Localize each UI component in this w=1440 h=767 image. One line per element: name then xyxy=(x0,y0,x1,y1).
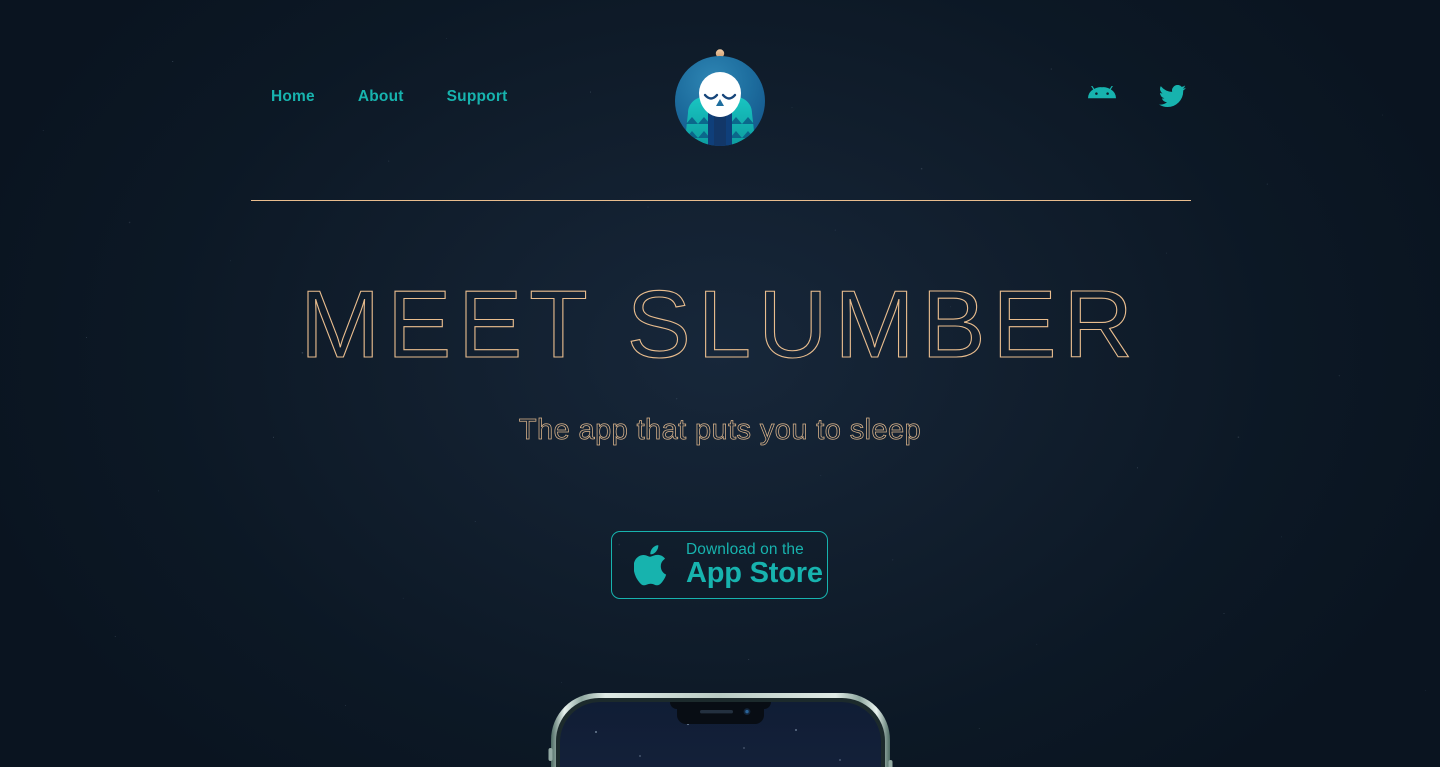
app-store-line-2: App Store xyxy=(686,557,823,590)
owl-logo-icon xyxy=(675,49,765,146)
app-store-line-1: Download on the xyxy=(686,540,804,558)
twitter-bird-glyph xyxy=(1159,84,1186,108)
nav-link-home[interactable]: Home xyxy=(271,88,315,106)
landing-page: Home About Support MEET SLUMBER The app … xyxy=(0,0,1440,767)
app-store-button-text: Download on the App Store xyxy=(686,542,823,589)
android-icon[interactable] xyxy=(1087,85,1117,108)
hero-subtitle: The app that puts you to sleep xyxy=(0,414,1440,447)
headline-text: MEET SLUMBER xyxy=(300,271,1140,378)
apple-icon xyxy=(633,542,673,588)
app-store-download-button[interactable]: Download on the App Store xyxy=(611,531,828,599)
header-divider xyxy=(251,200,1191,201)
apple-logo-glyph xyxy=(633,545,667,586)
iphone-mockup-svg: SLUMBER xyxy=(548,693,893,767)
twitter-icon[interactable] xyxy=(1159,84,1186,108)
primary-navigation: Home About Support xyxy=(271,88,507,106)
slumber-owl-logo[interactable] xyxy=(674,41,766,147)
page-title: MEET SLUMBER xyxy=(0,271,1440,378)
site-header: Home About Support xyxy=(0,0,1440,201)
iphone-mockup: SLUMBER xyxy=(548,690,893,767)
android-glyph xyxy=(1088,85,1116,98)
subtitle-text: The app that puts you to sleep xyxy=(518,414,922,447)
social-links xyxy=(1087,84,1186,108)
nav-link-support[interactable]: Support xyxy=(447,88,508,106)
nav-link-about[interactable]: About xyxy=(358,88,404,106)
